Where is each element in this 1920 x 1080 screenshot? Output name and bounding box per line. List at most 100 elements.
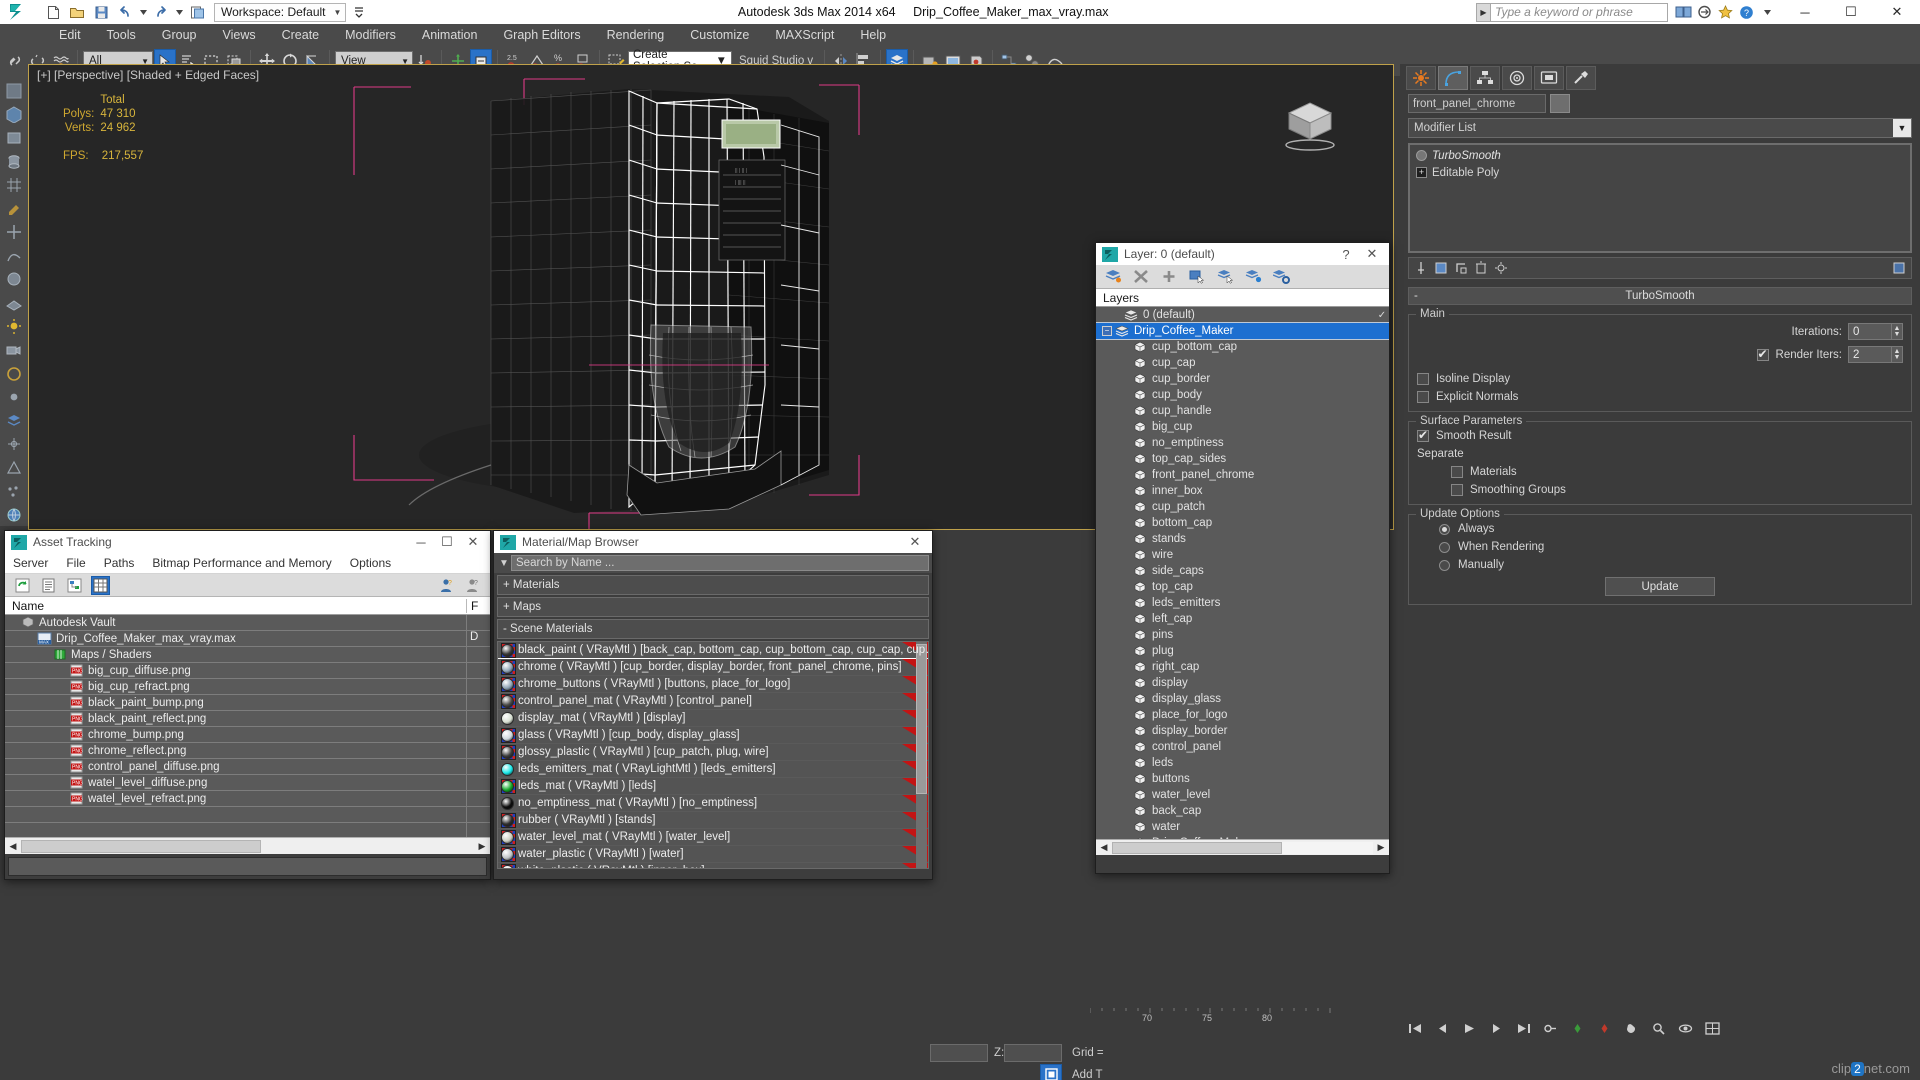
material-search-input[interactable]: Search by Name ... [511,555,929,571]
menu-item-graph-editors[interactable]: Graph Editors [490,24,593,46]
filter-funnel-icon[interactable]: ▼ [497,558,511,569]
select-and-link-icon[interactable] [4,49,26,73]
qat-overflow-icon[interactable] [348,2,370,22]
update-button[interactable]: Update [1605,577,1715,596]
view-cube[interactable] [1275,93,1345,153]
menu-item-maxscript[interactable]: MAXScript [762,24,847,46]
table-view-icon[interactable] [91,575,110,595]
material-row[interactable]: chrome_buttons ( VRayMtl ) [buttons, pla… [498,676,928,693]
tool-cylinder-icon[interactable] [2,151,26,173]
tab-hierarchy[interactable] [1470,66,1500,90]
layer-row[interactable]: leds [1096,755,1389,771]
workspace-selector[interactable]: Workspace: Default ▼ [214,2,347,22]
add-time-tag-label[interactable]: Add T [1072,1069,1102,1080]
layer-row[interactable]: display [1096,675,1389,691]
tool-sphere-icon[interactable] [2,269,26,291]
asset-list[interactable]: Autodesk Vault MAX Drip_Coffee_Maker_max_v… [5,615,490,837]
render-iters-stepper[interactable]: 2 ▲ ▼ [1848,346,1903,363]
material-row[interactable]: no_emptiness_mat ( VRayMtl ) [no_emptine… [498,795,928,812]
layer-row-selected[interactable]: − Drip_Coffee_Maker [1096,322,1389,340]
asset-menu-paths[interactable]: Paths [104,556,135,570]
material-row[interactable]: glossy_plastic ( VRayMtl ) [cup_patch, p… [498,744,928,761]
orbit-view-icon[interactable] [1674,1018,1696,1038]
asset-col-name[interactable]: Name [5,599,466,613]
layer-horizontal-scrollbar[interactable]: ◀ ▶ [1096,839,1389,855]
asset-row[interactable]: PNG black_paint_bump.png [5,694,490,711]
menu-item-animation[interactable]: Animation [409,24,491,46]
undo-dropdown-icon[interactable] [138,2,148,22]
asset-row[interactable]: Autodesk Vault [5,615,490,631]
z-coordinate-field[interactable] [1004,1044,1062,1062]
layer-row[interactable]: place_for_logo [1096,707,1389,723]
menu-item-modifiers[interactable]: Modifiers [332,24,409,46]
refresh-icon[interactable] [13,576,32,595]
layer-row[interactable]: cup_cap [1096,355,1389,371]
menu-item-tools[interactable]: Tools [94,24,149,46]
key-mode-icon[interactable] [1539,1018,1561,1038]
asset-col-f[interactable]: F [466,598,490,613]
render-iters-value[interactable]: 2 [1848,346,1892,363]
help-person-gray-icon[interactable]: ? [463,576,482,595]
tool-circle-icon[interactable] [2,363,26,385]
spinner-arrows-icon[interactable]: ▲ ▼ [1892,323,1903,340]
asset-row[interactable]: PNG black_paint_reflect.png [5,710,490,727]
layer-row[interactable]: leds_emitters [1096,595,1389,611]
help-person-icon[interactable]: ? [437,576,456,595]
rollout-header[interactable]: - TurboSmooth [1408,287,1912,305]
asset-row[interactable]: PNG control_panel_diffuse.png [5,758,490,775]
add-selection-icon[interactable] [1160,268,1178,286]
help-dropdown-icon[interactable] [1758,3,1776,21]
tab-create[interactable] [1406,66,1436,90]
material-row[interactable]: rubber ( VRayMtl ) [stands] [498,812,928,829]
material-row-selected[interactable]: chrome ( VRayMtl ) [cup_border, display_… [498,658,928,677]
tool-box-icon[interactable] [2,127,26,149]
create-new-layer-icon[interactable] [1104,268,1122,286]
next-frame-icon[interactable] [1485,1018,1507,1038]
tool-mesh-icon[interactable] [2,457,26,479]
modifier-stack-item-turbosmooth[interactable]: TurboSmooth [1412,147,1908,164]
close-button[interactable]: ✕ [1359,246,1385,262]
menu-item-customize[interactable]: Customize [677,24,762,46]
asset-horizontal-scrollbar[interactable]: ◀ ▶ [5,837,490,854]
layer-row[interactable]: cup_handle [1096,403,1389,419]
stack-options-icon[interactable] [1890,259,1908,277]
layer-row[interactable]: wire [1096,547,1389,563]
show-end-result-icon[interactable] [1432,259,1450,277]
close-button[interactable]: ✕ [460,534,486,550]
layer-list[interactable]: 0 (default) ✓ − Drip_Coffee_Maker cup_bottom… [1096,307,1389,839]
highlight-selected-objects-icon[interactable] [1216,268,1234,286]
make-unique-icon[interactable] [1452,259,1470,277]
tool-grid-icon[interactable] [2,174,26,196]
scroll-left-icon[interactable]: ◀ [5,841,21,852]
minimize-button[interactable]: ─ [1782,0,1828,24]
render-iters-checkbox[interactable] [1756,347,1769,361]
select-objects-in-layer-icon[interactable] [1188,268,1206,286]
layer-row[interactable]: stands [1096,531,1389,547]
iterations-value[interactable]: 0 [1848,323,1892,340]
tool-helper-icon[interactable] [2,434,26,456]
key-filters-icon[interactable] [1593,1018,1615,1038]
spinner-arrows-icon[interactable]: ▲ ▼ [1892,346,1903,363]
material-row[interactable]: glass ( VRayMtl ) [cup_body, display_gla… [498,727,928,744]
scroll-left-icon[interactable]: ◀ [1096,842,1112,853]
material-row[interactable]: leds_mat ( VRayMtl ) [leds] [498,778,928,795]
menu-item-edit[interactable]: Edit [46,24,94,46]
scene-materials-group-header[interactable]: - Scene Materials [497,619,929,639]
tool-particle-icon[interactable] [2,481,26,503]
tab-modify[interactable] [1438,66,1468,90]
separate-smoothing-groups-checkbox[interactable] [1451,484,1463,496]
tool-plane-icon[interactable] [2,292,26,314]
scroll-track[interactable] [21,839,474,853]
list-view-icon[interactable] [39,576,58,595]
asset-row[interactable]: Maps / Shaders [5,646,490,663]
scene-materials-list[interactable]: black_paint ( VRayMtl ) [back_cap, botto… [497,641,929,869]
redo-dropdown-icon[interactable] [174,2,184,22]
save-file-icon[interactable] [90,2,112,22]
layer-row[interactable]: cup_bottom_cap [1096,339,1389,355]
object-color-swatch[interactable] [1550,94,1570,113]
tool-layers-icon[interactable] [2,410,26,432]
goto-end-icon[interactable] [1512,1018,1534,1038]
material-window-titlebar[interactable]: Material/Map Browser ✕ [494,531,932,553]
asset-row[interactable] [5,806,490,823]
tool-camera-icon[interactable] [2,339,26,361]
